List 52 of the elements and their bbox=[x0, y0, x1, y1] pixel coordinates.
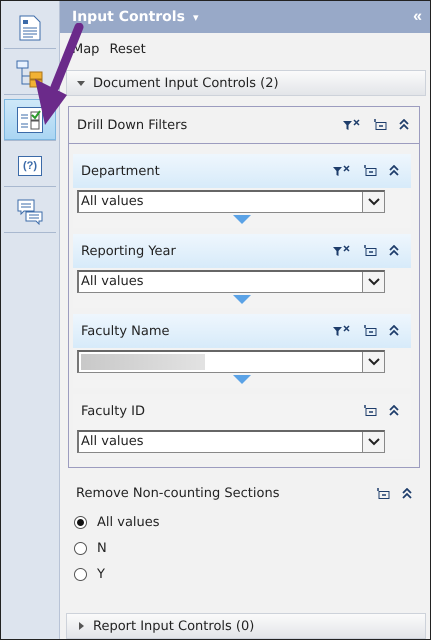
radio-label: N bbox=[97, 540, 107, 556]
clear-filter-icon[interactable] bbox=[333, 165, 351, 177]
chevron-down-icon bbox=[368, 358, 380, 366]
checklist-icon bbox=[17, 106, 43, 132]
panel-icon[interactable] bbox=[363, 245, 377, 257]
filter-label: Reporting Year bbox=[81, 244, 176, 258]
expanded-triangle-icon[interactable] bbox=[77, 79, 85, 87]
radio-label: Y bbox=[97, 566, 105, 582]
section-title: Document Input Controls (2) bbox=[93, 76, 279, 90]
help-icon: (?) bbox=[18, 156, 42, 176]
dropdown-button[interactable] bbox=[362, 272, 384, 292]
collapse-icon[interactable] bbox=[389, 325, 399, 337]
clear-filter-icon[interactable] bbox=[343, 119, 361, 131]
collapse-icon[interactable] bbox=[402, 488, 412, 500]
toolbar-button[interactable]: Reset bbox=[109, 42, 146, 57]
collapsed-triangle-icon[interactable] bbox=[77, 622, 85, 630]
dropdown-field[interactable] bbox=[77, 350, 385, 373]
dropdown-field[interactable]: All values bbox=[77, 270, 385, 293]
chevron-down-icon bbox=[368, 438, 380, 446]
comments-icon bbox=[17, 198, 43, 224]
clear-filter-icon[interactable] bbox=[333, 325, 351, 337]
radio-button[interactable] bbox=[74, 568, 87, 580]
section-header[interactable]: Document Input Controls (2) bbox=[66, 70, 426, 96]
radio-button[interactable] bbox=[74, 542, 87, 554]
dropdown-button[interactable] bbox=[362, 192, 384, 212]
filter-label: Faculty ID bbox=[81, 404, 146, 418]
section-title: Report Input Controls (0) bbox=[93, 618, 254, 634]
dropdown-button[interactable] bbox=[362, 432, 384, 452]
radio-label: All values bbox=[97, 514, 160, 530]
collapse-icon[interactable] bbox=[399, 119, 409, 131]
panel-icon[interactable] bbox=[373, 119, 387, 131]
panel-icon[interactable] bbox=[376, 488, 390, 500]
clear-filter-icon[interactable] bbox=[333, 245, 351, 257]
panel-icon[interactable] bbox=[363, 325, 377, 337]
chevron-down-icon bbox=[368, 278, 380, 286]
collapse-icon[interactable] bbox=[389, 245, 399, 257]
radio-button[interactable] bbox=[74, 516, 87, 528]
filter-label: Faculty Name bbox=[81, 324, 170, 338]
dropdown-button[interactable] bbox=[362, 352, 384, 372]
section-header[interactable]: Report Input Controls (0) bbox=[66, 613, 426, 639]
control-title: Remove Non-counting Sections bbox=[76, 486, 280, 501]
document-icon bbox=[19, 14, 41, 40]
collapse-icon[interactable] bbox=[389, 405, 399, 417]
chevron-down-icon bbox=[368, 198, 380, 206]
filter-label: Department bbox=[81, 164, 160, 178]
panel-icon[interactable] bbox=[363, 165, 377, 177]
dropdown-field[interactable]: All values bbox=[77, 190, 385, 213]
collapse-icon[interactable] bbox=[389, 165, 399, 177]
dropdown-field[interactable]: All values bbox=[77, 430, 385, 453]
sidebar-button[interactable]: (?) bbox=[4, 145, 56, 187]
group-title: Drill Down Filters bbox=[77, 118, 188, 132]
panel-icon[interactable] bbox=[363, 405, 377, 417]
